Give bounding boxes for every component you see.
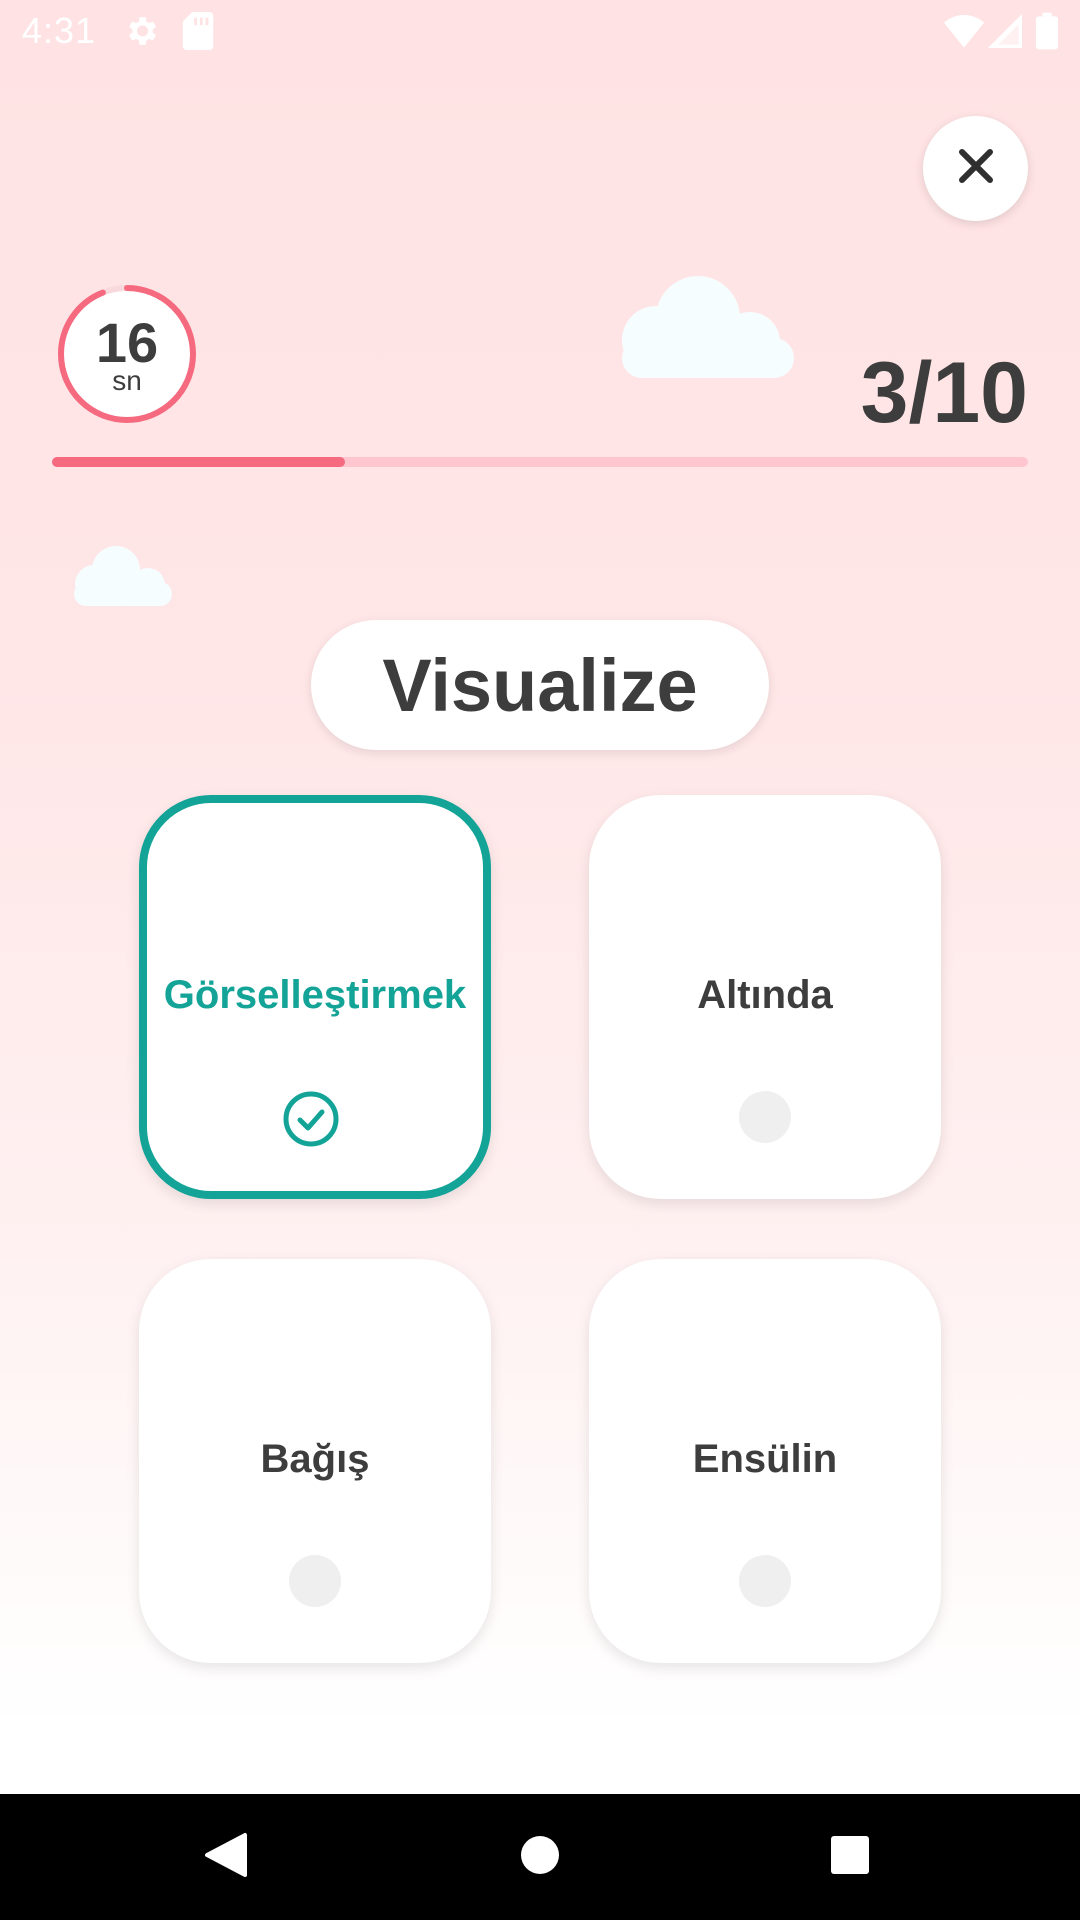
wifi-icon <box>944 14 984 53</box>
option-card[interactable]: Görselleştirmek <box>139 795 491 1199</box>
cloud-decoration <box>74 540 172 611</box>
home-icon <box>520 1835 560 1880</box>
recents-button[interactable] <box>790 1794 910 1920</box>
timer-value: 16 <box>95 311 159 374</box>
close-button[interactable] <box>923 116 1028 221</box>
question-counter: 3/10 <box>860 345 1028 441</box>
back-icon <box>203 1831 249 1884</box>
battery-icon <box>1036 12 1058 55</box>
gear-icon <box>122 12 160 55</box>
option-radio-indicator <box>739 1555 791 1607</box>
sd-card-icon <box>182 12 214 55</box>
back-button[interactable] <box>166 1794 286 1920</box>
option-label: Ensülin <box>692 1437 838 1481</box>
option-radio-indicator <box>289 1555 341 1607</box>
option-card[interactable]: Ensülin <box>589 1259 941 1663</box>
option-card[interactable]: Bağış <box>139 1259 491 1663</box>
progress-fill <box>52 457 345 467</box>
question-word-pill: Visualize <box>311 620 769 750</box>
option-card[interactable]: Altında <box>589 795 941 1199</box>
status-bar: 4:31 <box>0 0 1080 64</box>
recents-icon <box>830 1835 870 1880</box>
option-radio-indicator <box>739 1091 791 1143</box>
option-label: Altında <box>697 973 833 1017</box>
home-button[interactable] <box>480 1794 600 1920</box>
close-icon <box>956 146 996 191</box>
navigation-bar <box>0 1794 1080 1920</box>
status-time: 4:31 <box>22 10 97 51</box>
option-label: Görselleştirmek <box>163 973 467 1017</box>
check-circle-icon <box>283 1091 339 1147</box>
signal-icon <box>988 14 1022 53</box>
cloud-decoration <box>622 264 794 383</box>
question-word: Visualize <box>382 643 698 727</box>
progress-bar <box>52 457 1028 467</box>
timer-unit: sn <box>112 365 142 396</box>
option-label: Bağış <box>260 1437 370 1481</box>
countdown-timer: 16 sn <box>54 281 200 427</box>
